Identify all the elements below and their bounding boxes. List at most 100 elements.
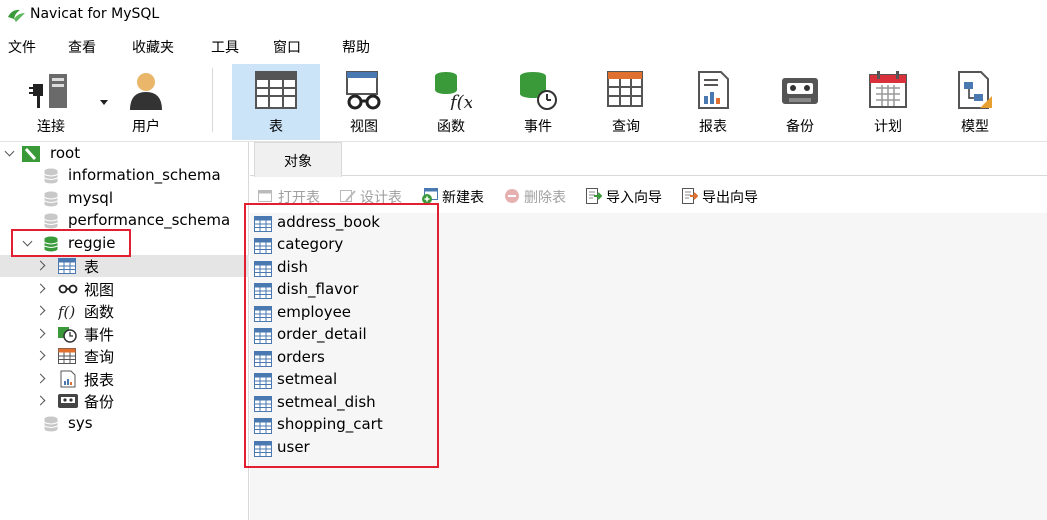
tree-root-connection[interactable]: root <box>0 143 249 165</box>
backup-button[interactable]: 备份 <box>757 64 843 140</box>
user-button[interactable]: 用户 <box>103 64 189 140</box>
delete-table-button[interactable]: 删除表 <box>504 187 582 207</box>
menu-help[interactable]: 帮助 <box>342 37 370 57</box>
connect-plug-icon <box>29 74 67 108</box>
expand-chevron-icon[interactable] <box>35 283 46 294</box>
view-label: 视图 <box>350 119 378 135</box>
menu-view[interactable]: 查看 <box>68 37 96 57</box>
expand-chevron-icon[interactable] <box>35 328 46 339</box>
function-icon: f() <box>58 303 75 320</box>
export-wizard-button[interactable]: 导出向导 <box>682 187 772 207</box>
toolbar-separator <box>212 68 213 132</box>
tree-node-tables[interactable]: 表 <box>0 255 249 277</box>
report-button[interactable]: 报表 <box>670 64 756 140</box>
mysql-connection-icon <box>22 146 40 162</box>
query-label: 查询 <box>612 119 640 135</box>
svg-text:f(x): f(x) <box>448 92 472 110</box>
table-label: 表 <box>269 119 283 135</box>
event-button[interactable]: 事件 <box>495 64 581 140</box>
new-table-plus-icon <box>422 188 438 204</box>
expand-chevron-icon[interactable] <box>35 395 46 406</box>
tree-db-mysql[interactable]: mysql <box>0 188 249 210</box>
function-button[interactable]: f(x) 函数 <box>408 64 494 140</box>
report-icon <box>698 71 729 109</box>
backup-cassette-icon <box>58 394 78 408</box>
backup-label: 备份 <box>786 119 814 135</box>
design-table-icon <box>340 190 356 202</box>
function-label: 函数 <box>437 119 465 135</box>
export-wizard-icon <box>682 188 698 204</box>
db-label: sys <box>68 414 93 432</box>
database-icon <box>44 213 58 229</box>
database-icon <box>44 191 58 207</box>
import-wizard-button[interactable]: 导入向导 <box>586 187 676 207</box>
collapse-chevron-icon[interactable] <box>4 146 15 157</box>
tree-db-sys[interactable]: sys <box>0 413 249 435</box>
event-clock-icon <box>58 327 77 343</box>
schedule-calendar-icon <box>869 71 907 108</box>
navicat-logo-icon <box>8 9 25 22</box>
model-icon <box>958 71 992 109</box>
new-table-label: 新建表 <box>442 190 484 206</box>
report-label: 报表 <box>699 119 727 135</box>
tree-node-functions[interactable]: f() 函数 <box>0 300 249 322</box>
menu-tools[interactable]: 工具 <box>211 37 239 57</box>
tree-node-reports[interactable]: 报表 <box>0 368 249 390</box>
event-label: 事件 <box>524 119 552 135</box>
node-label: 表 <box>84 258 100 276</box>
tree-node-backups[interactable]: 备份 <box>0 390 249 412</box>
report-icon <box>60 370 76 388</box>
menu-file[interactable]: 文件 <box>8 37 36 57</box>
backup-cassette-icon <box>782 78 818 104</box>
tab-strip: 对象 <box>250 142 1047 177</box>
title-bar: Navicat for MySQL <box>0 0 1047 32</box>
db-label: mysql <box>68 189 113 207</box>
node-label: 备份 <box>84 393 115 411</box>
svg-text:f(): f() <box>58 303 75 320</box>
db-label: information_schema <box>68 166 221 184</box>
model-button[interactable]: 模型 <box>932 64 1018 140</box>
user-label: 用户 <box>132 119 160 135</box>
function-icon: f(x) <box>435 72 472 110</box>
table-icon <box>58 258 76 274</box>
menu-favorites[interactable]: 收藏夹 <box>132 37 174 57</box>
tables-highlight-box <box>244 203 439 468</box>
menu-window[interactable]: 窗口 <box>273 37 301 57</box>
root-label: root <box>50 144 81 162</box>
user-icon <box>130 73 162 110</box>
tree-node-events[interactable]: 事件 <box>0 323 249 345</box>
view-button[interactable]: 视图 <box>321 64 407 140</box>
export-wizard-label: 导出向导 <box>702 190 758 206</box>
query-button[interactable]: 查询 <box>583 64 669 140</box>
expand-chevron-icon[interactable] <box>35 350 46 361</box>
node-label: 查询 <box>84 348 115 366</box>
tree-db-information-schema[interactable]: information_schema <box>0 165 249 187</box>
connect-button[interactable]: 连接 <box>8 64 108 140</box>
reggie-highlight-box <box>11 229 131 257</box>
open-table-icon <box>258 190 272 202</box>
schedule-label: 计划 <box>874 119 902 135</box>
node-label: 视图 <box>84 281 115 299</box>
window-title: Navicat for MySQL <box>30 6 160 22</box>
import-wizard-icon <box>586 188 602 204</box>
expand-chevron-icon[interactable] <box>35 260 46 271</box>
schedule-button[interactable]: 计划 <box>845 64 931 140</box>
node-label: 事件 <box>84 326 115 344</box>
tree-node-views[interactable]: 视图 <box>0 278 249 300</box>
connect-label: 连接 <box>37 119 65 135</box>
menu-bar: 文件 查看 收藏夹 工具 窗口 帮助 <box>0 32 1047 60</box>
node-label: 报表 <box>84 371 115 389</box>
db-label: performance_schema <box>68 211 231 229</box>
delete-table-label: 删除表 <box>524 190 566 206</box>
import-wizard-label: 导入向导 <box>606 190 662 206</box>
query-icon <box>607 71 643 107</box>
expand-chevron-icon[interactable] <box>35 373 46 384</box>
event-clock-icon <box>520 72 557 110</box>
view-glasses-icon <box>58 284 78 294</box>
tree-node-queries[interactable]: 查询 <box>0 345 249 367</box>
expand-chevron-icon[interactable] <box>35 305 46 316</box>
view-glasses-icon <box>346 71 381 110</box>
main-toolbar: 连接 用户 表 视图 f(函数 事件 查询 报表 备份 计划 模型 <box>0 60 1047 142</box>
table-button[interactable]: 表 <box>232 64 320 140</box>
tab-objects[interactable]: 对象 <box>254 142 342 177</box>
